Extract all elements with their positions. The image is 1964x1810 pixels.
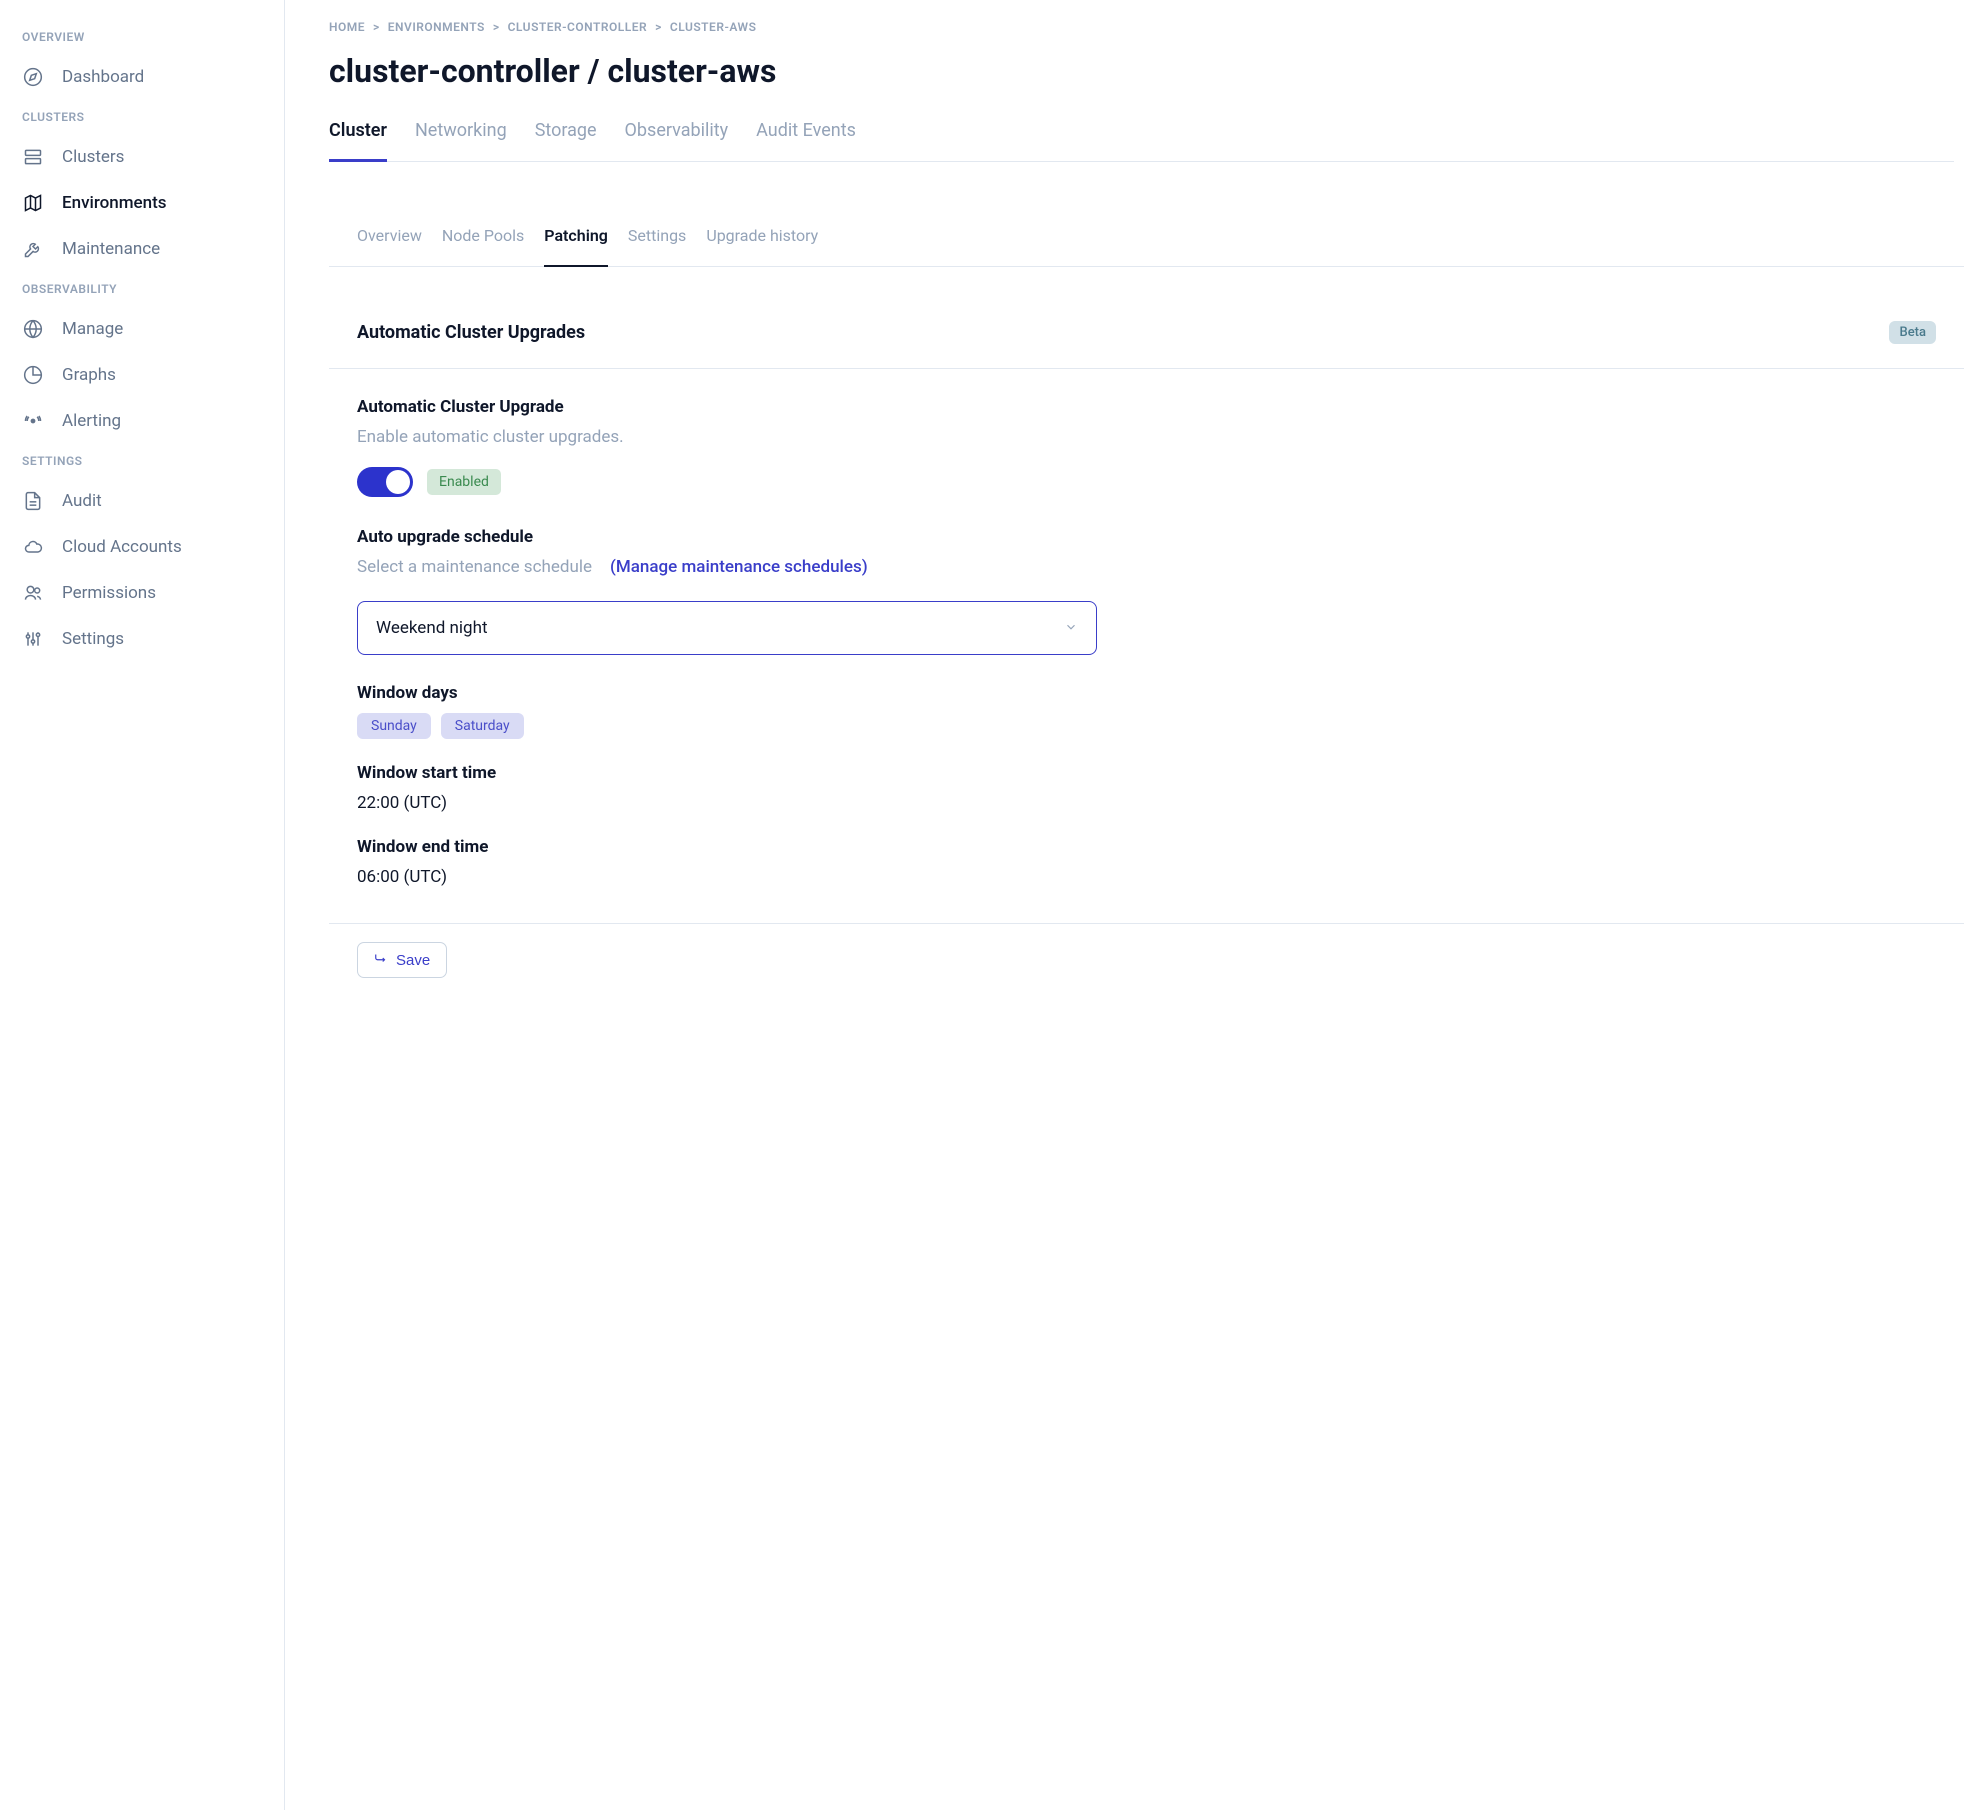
sidebar-header-clusters: CLUSTERS bbox=[0, 100, 284, 134]
tabs-primary: Cluster Networking Storage Observability… bbox=[329, 120, 1954, 162]
sidebar-item-audit[interactable]: Audit bbox=[0, 478, 284, 524]
sidebar-item-label: Manage bbox=[62, 319, 123, 339]
enabled-badge: Enabled bbox=[427, 469, 501, 495]
signal-icon bbox=[22, 410, 44, 432]
sidebar-item-label: Graphs bbox=[62, 365, 116, 385]
globe-icon bbox=[22, 318, 44, 340]
sidebar-item-dashboard[interactable]: Dashboard bbox=[0, 54, 284, 100]
sidebar-item-label: Audit bbox=[62, 491, 102, 511]
sidebar-item-label: Clusters bbox=[62, 147, 124, 167]
map-icon bbox=[22, 192, 44, 214]
panel-title: Automatic Cluster Upgrades bbox=[357, 322, 585, 343]
server-icon bbox=[22, 146, 44, 168]
sidebar-item-settings[interactable]: Settings bbox=[0, 616, 284, 662]
sidebar: OVERVIEW Dashboard CLUSTERS Clusters Env… bbox=[0, 0, 285, 1810]
users-icon bbox=[22, 582, 44, 604]
sidebar-item-alerting[interactable]: Alerting bbox=[0, 398, 284, 444]
sidebar-header-observability: OBSERVABILITY bbox=[0, 272, 284, 306]
schedule-row: Select a maintenance schedule (Manage ma… bbox=[357, 557, 1936, 577]
sidebar-item-cloud-accounts[interactable]: Cloud Accounts bbox=[0, 524, 284, 570]
sidebar-item-label: Dashboard bbox=[62, 67, 144, 87]
beta-badge: Beta bbox=[1889, 321, 1936, 344]
subtab-settings[interactable]: Settings bbox=[628, 202, 686, 267]
window-days-title: Window days bbox=[357, 683, 1936, 703]
save-label: Save bbox=[396, 952, 430, 969]
subtab-upgrade-history[interactable]: Upgrade history bbox=[706, 202, 818, 267]
sidebar-item-label: Settings bbox=[62, 629, 124, 649]
save-button[interactable]: Save bbox=[357, 942, 447, 978]
sidebar-item-environments[interactable]: Environments bbox=[0, 180, 284, 226]
sidebar-header-settings: SETTINGS bbox=[0, 444, 284, 478]
window-start-title: Window start time bbox=[357, 763, 1936, 783]
upgrade-desc: Enable automatic cluster upgrades. bbox=[357, 427, 1936, 447]
panel-body: Automatic Cluster Upgrade Enable automat… bbox=[329, 369, 1964, 923]
window-end-title: Window end time bbox=[357, 837, 1936, 857]
subtab-node-pools[interactable]: Node Pools bbox=[442, 202, 524, 267]
window-start-value: 22:00 (UTC) bbox=[357, 793, 1936, 813]
sidebar-item-clusters[interactable]: Clusters bbox=[0, 134, 284, 180]
wrench-icon bbox=[22, 238, 44, 260]
day-chip: Saturday bbox=[441, 713, 524, 739]
breadcrumb-item[interactable]: HOME bbox=[329, 20, 365, 34]
breadcrumb-item[interactable]: CLUSTER-CONTROLLER bbox=[508, 20, 648, 34]
sidebar-item-graphs[interactable]: Graphs bbox=[0, 352, 284, 398]
manage-schedules-link[interactable]: (Manage maintenance schedules) bbox=[610, 557, 868, 577]
schedule-select[interactable]: Weekend night bbox=[357, 601, 1097, 655]
sidebar-item-manage[interactable]: Manage bbox=[0, 306, 284, 352]
toggle-row: Enabled bbox=[357, 467, 1936, 497]
schedule-select-value: Weekend night bbox=[376, 618, 488, 638]
upgrades-panel: Automatic Cluster Upgrades Beta Automati… bbox=[329, 297, 1964, 996]
sidebar-item-permissions[interactable]: Permissions bbox=[0, 570, 284, 616]
day-chip: Sunday bbox=[357, 713, 431, 739]
subtabs-card: Overview Node Pools Patching Settings Up… bbox=[329, 202, 1964, 267]
chevron-down-icon bbox=[1064, 619, 1078, 638]
breadcrumb-item[interactable]: ENVIRONMENTS bbox=[388, 20, 485, 34]
compass-icon bbox=[22, 66, 44, 88]
sidebar-item-label: Environments bbox=[62, 193, 167, 213]
main-content: HOME> ENVIRONMENTS> CLUSTER-CONTROLLER> … bbox=[285, 0, 1964, 1810]
panel-header: Automatic Cluster Upgrades Beta bbox=[329, 297, 1964, 369]
tab-storage[interactable]: Storage bbox=[535, 120, 597, 162]
tab-cluster[interactable]: Cluster bbox=[329, 120, 387, 162]
cloud-icon bbox=[22, 536, 44, 558]
breadcrumb-item[interactable]: CLUSTER-AWS bbox=[670, 20, 757, 34]
page-title: cluster-controller / cluster-aws bbox=[329, 52, 1954, 90]
sidebar-item-label: Alerting bbox=[62, 411, 121, 431]
schedule-title: Auto upgrade schedule bbox=[357, 527, 1936, 547]
subtab-patching[interactable]: Patching bbox=[544, 202, 608, 267]
upgrade-title: Automatic Cluster Upgrade bbox=[357, 397, 1936, 417]
window-end-value: 06:00 (UTC) bbox=[357, 867, 1936, 887]
chart-icon bbox=[22, 364, 44, 386]
window-days-chips: Sunday Saturday bbox=[357, 713, 1936, 739]
sidebar-item-label: Maintenance bbox=[62, 239, 160, 259]
breadcrumb: HOME> ENVIRONMENTS> CLUSTER-CONTROLLER> … bbox=[329, 20, 1954, 34]
tab-audit-events[interactable]: Audit Events bbox=[756, 120, 856, 162]
panel-footer: Save bbox=[329, 923, 1964, 996]
tab-networking[interactable]: Networking bbox=[415, 120, 507, 162]
save-arrow-icon bbox=[374, 951, 388, 969]
sliders-icon bbox=[22, 628, 44, 650]
tab-observability[interactable]: Observability bbox=[625, 120, 729, 162]
sidebar-item-label: Cloud Accounts bbox=[62, 537, 182, 557]
subtab-overview[interactable]: Overview bbox=[357, 202, 422, 267]
schedule-desc: Select a maintenance schedule bbox=[357, 557, 592, 577]
sidebar-item-label: Permissions bbox=[62, 583, 156, 603]
subtabs: Overview Node Pools Patching Settings Up… bbox=[329, 202, 1964, 267]
upgrade-toggle[interactable] bbox=[357, 467, 413, 497]
doc-icon bbox=[22, 490, 44, 512]
sidebar-header-overview: OVERVIEW bbox=[0, 20, 284, 54]
sidebar-item-maintenance[interactable]: Maintenance bbox=[0, 226, 284, 272]
